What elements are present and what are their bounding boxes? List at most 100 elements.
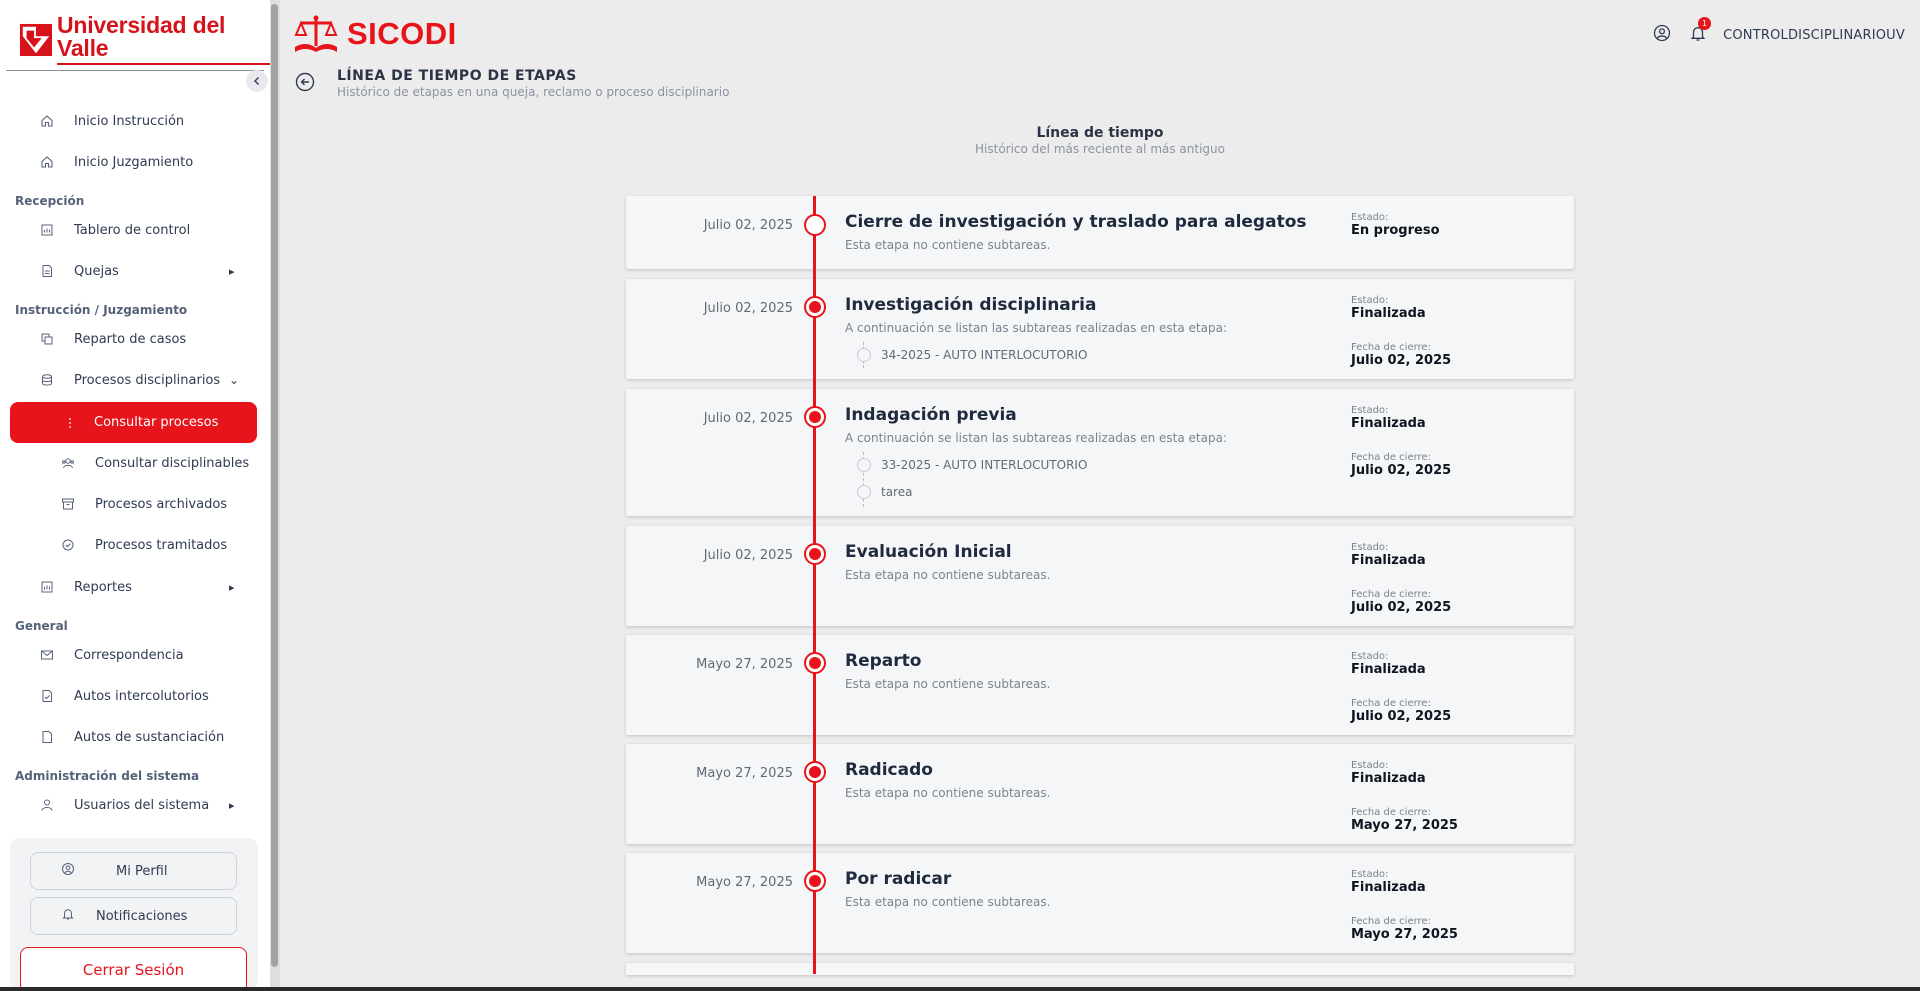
- university-shield-icon: [19, 23, 53, 56]
- stage-date: Julio 02, 2025: [703, 301, 793, 316]
- section-title-administracion: Administración del sistema: [15, 769, 200, 783]
- close-date-label: Fecha de cierre:: [1351, 698, 1431, 709]
- subtask-item[interactable]: tarea: [857, 485, 912, 499]
- window-bottom-edge: [0, 987, 1920, 991]
- chart-icon: [39, 579, 55, 595]
- app-logo[interactable]: SICODI: [293, 14, 457, 54]
- subtask-item[interactable]: 34-2025 - AUTO INTERLOCUTORIO: [857, 348, 1087, 362]
- status-value: Finalizada: [1351, 553, 1426, 568]
- users-icon: [60, 455, 76, 471]
- username[interactable]: CONTROLDISCIPLINARIOUV: [1723, 28, 1905, 43]
- sidebar-item-label: Autos de sustanciación: [74, 729, 225, 745]
- status-label: Estado:: [1351, 295, 1389, 306]
- timeline-stage-card: Mayo 27, 2025 Reparto Esta etapa no cont…: [626, 635, 1574, 735]
- chevron-right-icon: ▸: [229, 798, 235, 812]
- close-date-value: Julio 02, 2025: [1351, 600, 1452, 615]
- status-label: Estado:: [1351, 542, 1389, 553]
- university-logo[interactable]: Universidad del Valle: [19, 14, 270, 65]
- stage-date: Julio 02, 2025: [703, 218, 793, 233]
- status-value: En progreso: [1351, 223, 1440, 238]
- timeline-stage-card: Julio 02, 2025 Investigación disciplinar…: [626, 279, 1574, 379]
- sidebar-item-procesos-tramitados[interactable]: Procesos tramitados: [0, 525, 258, 565]
- sidebar-item-label: Procesos archivados: [95, 496, 228, 512]
- home-icon: [39, 154, 55, 170]
- stage-description: Esta etapa no contiene subtareas.: [845, 677, 1051, 691]
- app-name: SICODI: [347, 16, 457, 51]
- page-title: LÍNEA DE TIEMPO DE ETAPAS: [337, 68, 577, 84]
- arrow-left-circle-icon: [295, 72, 315, 92]
- stage-marker-done: [804, 543, 826, 565]
- stage-marker-done: [804, 296, 826, 318]
- sidebar-item-correspondencia[interactable]: Correspondencia: [0, 635, 258, 675]
- notifications-button[interactable]: Notificaciones: [30, 897, 237, 935]
- stage-title: Reparto: [845, 651, 922, 671]
- chevron-left-icon: [254, 77, 259, 85]
- sidebar-item-consultar-procesos[interactable]: Consultar procesos: [10, 402, 257, 443]
- close-date-value: Mayo 27, 2025: [1351, 927, 1458, 942]
- stage-date: Mayo 27, 2025: [696, 875, 793, 890]
- section-title-general: General: [15, 619, 68, 633]
- sidebar-item-usuarios[interactable]: Usuarios del sistema ▸: [0, 785, 258, 825]
- profile-button[interactable]: Mi Perfil: [30, 852, 237, 890]
- status-value: Finalizada: [1351, 662, 1426, 677]
- university-name: Universidad del Valle: [56, 14, 270, 65]
- sidebar-item-procesos-disciplinarios[interactable]: Procesos disciplinarios ⌄: [0, 360, 258, 400]
- sidebar-item-tablero[interactable]: Tablero de control: [0, 210, 258, 250]
- database-icon: [39, 372, 55, 388]
- sidebar-item-label: Usuarios del sistema: [74, 797, 210, 813]
- document-icon: [39, 263, 55, 279]
- status-value: Finalizada: [1351, 771, 1426, 786]
- timeline-stage-card: Mayo 27, 2025 Por radicar Esta etapa no …: [626, 853, 1574, 953]
- stage-title: Evaluación Inicial: [845, 542, 1012, 562]
- sidebar-item-consultar-disciplinables[interactable]: Consultar disciplinables: [0, 443, 258, 483]
- stage-description: Esta etapa no contiene subtareas.: [845, 568, 1051, 582]
- sidebar-item-procesos-archivados[interactable]: Procesos archivados: [0, 484, 258, 524]
- stage-date: Julio 02, 2025: [703, 411, 793, 426]
- user-circle-icon[interactable]: [1653, 24, 1671, 46]
- close-date-value: Julio 02, 2025: [1351, 463, 1452, 478]
- stage-marker-in-progress: [804, 214, 826, 236]
- stage-marker-done: [804, 652, 826, 674]
- stage-description: A continuación se listan las subtareas r…: [845, 321, 1228, 335]
- copy-icon: [39, 331, 55, 347]
- back-button[interactable]: [295, 72, 315, 92]
- sidebar-item-quejas[interactable]: Quejas ▸: [0, 251, 258, 291]
- collapse-sidebar-button[interactable]: [246, 70, 268, 92]
- timeline-subtitle: Histórico del más reciente al más antigu…: [975, 142, 1225, 156]
- stage-marker-done: [804, 870, 826, 892]
- sidebar-item-label: Reportes: [74, 579, 132, 595]
- notification-bell[interactable]: 1: [1689, 17, 1712, 46]
- user-circle-icon: [61, 862, 75, 880]
- sidebar-item-autos-intercolutorios[interactable]: Autos intercolutorios: [0, 676, 258, 716]
- close-date-label: Fecha de cierre:: [1351, 452, 1431, 463]
- timeline-title: Línea de tiempo: [1036, 125, 1164, 141]
- bell-icon: [61, 907, 75, 925]
- file-icon: [39, 729, 55, 745]
- list-icon: [62, 415, 78, 431]
- stage-description: Esta etapa no contiene subtareas.: [845, 786, 1051, 800]
- sidebar-divider: [6, 70, 264, 71]
- status-label: Estado:: [1351, 212, 1389, 223]
- sidebar-item-reportes[interactable]: Reportes ▸: [0, 567, 258, 607]
- sidebar-item-reparto[interactable]: Reparto de casos: [0, 319, 258, 359]
- header-user-area: 1 CONTROLDISCIPLINARIOUV: [1653, 17, 1905, 46]
- archive-icon: [60, 496, 76, 512]
- sidebar-item-autos-sustanciacion[interactable]: Autos de sustanciación: [0, 717, 258, 757]
- sidebar-item-label: Consultar disciplinables: [95, 455, 250, 471]
- stage-description: Esta etapa no contiene subtareas.: [845, 238, 1051, 252]
- close-date-label: Fecha de cierre:: [1351, 589, 1431, 600]
- status-value: Finalizada: [1351, 880, 1426, 895]
- user-icon: [39, 797, 55, 813]
- close-date-value: Julio 02, 2025: [1351, 709, 1452, 724]
- stage-title: Cierre de investigación y traslado para …: [845, 212, 1307, 232]
- profile-label: Mi Perfil: [116, 863, 168, 879]
- close-date-label: Fecha de cierre:: [1351, 342, 1431, 353]
- logout-button[interactable]: Cerrar Sesión: [20, 947, 247, 991]
- close-date-value: Mayo 27, 2025: [1351, 818, 1458, 833]
- sidebar-item-label: Consultar procesos: [94, 415, 219, 430]
- timeline-stage-card: Julio 02, 2025 Indagación previa A conti…: [626, 389, 1574, 516]
- mail-icon: [39, 647, 55, 663]
- stage-description: A continuación se listan las subtareas r…: [845, 431, 1228, 445]
- sidebar-item-label: Quejas: [74, 263, 119, 279]
- subtask-item[interactable]: 33-2025 - AUTO INTERLOCUTORIO: [857, 458, 1087, 472]
